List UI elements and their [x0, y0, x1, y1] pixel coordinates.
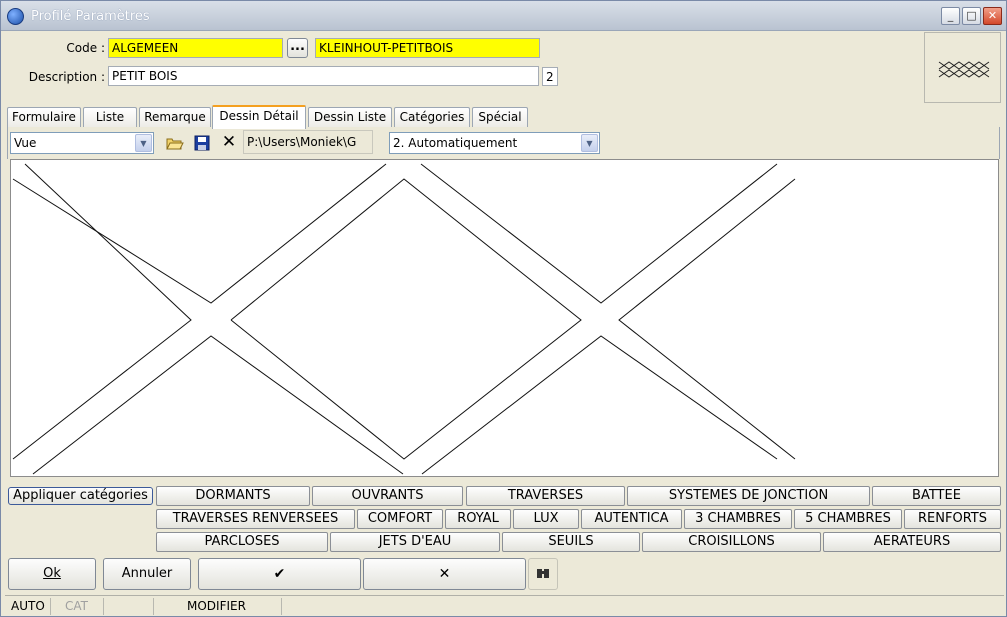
- code-field[interactable]: ALGEMEEN: [108, 38, 283, 58]
- category-autentica[interactable]: AUTENTICA: [581, 509, 682, 529]
- tab-remarque[interactable]: Remarque: [139, 107, 211, 128]
- window-title: Profilé Paramètres: [31, 9, 150, 24]
- cross-icon: ✕: [438, 566, 451, 582]
- search-button[interactable]: [528, 558, 558, 590]
- category-traverses[interactable]: TRAVERSES: [466, 486, 625, 506]
- category-traverses-renversees[interactable]: TRAVERSES RENVERSEES: [156, 509, 355, 529]
- open-folder-icon[interactable]: [166, 135, 184, 151]
- save-icon[interactable]: [194, 135, 210, 151]
- minimize-button[interactable]: _: [941, 7, 960, 25]
- tab-dessin-liste[interactable]: Dessin Liste: [308, 107, 392, 128]
- category-royal[interactable]: ROYAL: [445, 509, 511, 529]
- tab-categories[interactable]: Catégories: [394, 107, 470, 128]
- status-bar: AUTO CAT MODIFIER: [5, 595, 1004, 615]
- category-renforts[interactable]: RENFORTS: [904, 509, 1001, 529]
- category-comfort[interactable]: COMFORT: [357, 509, 443, 529]
- reject-button[interactable]: ✕: [363, 558, 526, 590]
- tab-special[interactable]: Spécial: [472, 107, 528, 128]
- apply-categories-button[interactable]: Appliquer catégories: [8, 487, 153, 505]
- category-aerateurs[interactable]: AERATEURS: [823, 532, 1001, 552]
- browse-button[interactable]: ...: [287, 38, 308, 58]
- chevron-down-icon[interactable]: ▼: [581, 134, 598, 152]
- drawing-canvas[interactable]: [10, 159, 999, 477]
- file-path-field: P:\Users\Moniek\G: [243, 130, 373, 154]
- app-icon: [7, 8, 24, 25]
- category-jets-deau[interactable]: JETS D'EAU: [330, 532, 500, 552]
- category-ouvrants[interactable]: OUVRANTS: [312, 486, 463, 506]
- category-seuils[interactable]: SEUILS: [502, 532, 640, 552]
- category-5-chambres[interactable]: 5 CHAMBRES: [794, 509, 902, 529]
- tab-dessin-detail[interactable]: Dessin Détail: [212, 105, 306, 129]
- chevron-down-icon[interactable]: ▼: [135, 134, 152, 152]
- description-count: 2: [542, 67, 558, 86]
- status-cat: CAT: [59, 598, 104, 615]
- category-lux[interactable]: LUX: [513, 509, 579, 529]
- category-systemes-jonction[interactable]: SYSTEMES DE JONCTION: [627, 486, 870, 506]
- drawing-toolbar: Vue ▼ ✕ P:\Users\Moniek\G 2. Automatique…: [7, 127, 1000, 159]
- mode-select[interactable]: 2. Automatiquement ▼: [389, 132, 600, 154]
- status-mode: AUTO: [5, 598, 51, 615]
- check-icon: ✔: [273, 566, 286, 582]
- category-parcloses[interactable]: PARCLOSES: [156, 532, 328, 552]
- description-field[interactable]: PETIT BOIS: [108, 66, 539, 86]
- ok-button[interactable]: Ok: [8, 558, 96, 590]
- profile-drawing: [12, 163, 796, 475]
- category-3-chambres[interactable]: 3 CHAMBRES: [684, 509, 792, 529]
- category-dormants[interactable]: DORMANTS: [156, 486, 310, 506]
- binoculars-icon: [537, 569, 549, 578]
- description-label: Description :: [28, 70, 105, 84]
- delete-icon[interactable]: ✕: [221, 133, 237, 151]
- maximize-button[interactable]: □: [962, 7, 981, 25]
- code-name-field[interactable]: KLEINHOUT-PETITBOIS: [315, 38, 540, 58]
- tab-formulaire[interactable]: Formulaire: [7, 107, 81, 128]
- status-blank: [106, 598, 154, 615]
- title-bar[interactable]: Profilé Paramètres _ □ ✕: [1, 1, 1006, 31]
- mode-select-value: 2. Automatiquement: [393, 136, 518, 150]
- status-state: MODIFIER: [181, 598, 282, 615]
- category-croisillons[interactable]: CROISILLONS: [642, 532, 821, 552]
- profile-preview: [924, 32, 1001, 103]
- tab-liste[interactable]: Liste: [83, 107, 137, 128]
- cancel-button[interactable]: Annuler: [103, 558, 191, 590]
- category-battee[interactable]: BATTEE: [872, 486, 1001, 506]
- code-label: Code :: [66, 41, 105, 55]
- view-select-value: Vue: [14, 136, 37, 150]
- view-select[interactable]: Vue ▼: [10, 132, 154, 154]
- window: Profilé Paramètres _ □ ✕ Code : ALGEMEEN…: [0, 0, 1007, 617]
- confirm-button[interactable]: ✔: [198, 558, 361, 590]
- close-button[interactable]: ✕: [983, 7, 1002, 25]
